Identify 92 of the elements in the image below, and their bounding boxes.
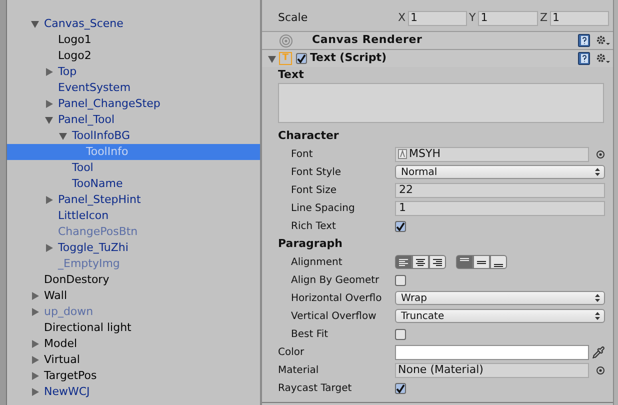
text-component-icon: T <box>279 52 292 65</box>
hierarchy-item[interactable]: Logo2 <box>7 48 260 64</box>
hierarchy-item[interactable]: Directional light <box>7 320 260 336</box>
property-label: Color <box>278 346 304 358</box>
hierarchy-item[interactable]: Wall <box>7 288 260 304</box>
hierarchy-item[interactable]: LittleIcon <box>7 208 260 224</box>
property-label: Material <box>278 364 319 376</box>
number-field[interactable]: 1 <box>550 10 609 26</box>
object-field[interactable]: MSYH <box>395 146 589 162</box>
align-bottom-icon <box>494 264 503 267</box>
hierarchy-item[interactable]: DonDestory <box>7 272 260 288</box>
align-middle-icon <box>477 260 486 264</box>
object-picker-icon[interactable] <box>596 366 605 374</box>
align-left-icon <box>399 258 408 266</box>
collapsed-arrow-icon[interactable] <box>45 68 53 76</box>
component-header[interactable]: T Text (Script) <box>262 49 613 67</box>
hierarchy-item[interactable]: Panel_StepHint <box>7 192 260 208</box>
section-heading: Paragraph <box>278 236 342 252</box>
alignment-toggle[interactable] <box>395 255 412 269</box>
hierarchy-item[interactable]: NewWCJ <box>7 384 260 400</box>
concentric-circles-icon <box>279 34 293 48</box>
axis-label: X <box>398 10 406 26</box>
collapsed-arrow-icon[interactable] <box>45 196 53 204</box>
hierarchy-item[interactable]: TargetPos <box>7 368 260 384</box>
object-field[interactable]: None (Material) <box>395 362 589 378</box>
property-label: Alignment <box>291 256 342 268</box>
dropdown-arrows-icon <box>595 168 600 176</box>
property-label: Font Style <box>291 166 342 178</box>
property-label: Font <box>291 148 313 160</box>
property-label: Rich Text <box>291 220 336 232</box>
property-label: Vertical Overflow <box>291 310 376 322</box>
settings-gear-icon[interactable] <box>596 52 610 64</box>
help-book-icon[interactable] <box>578 52 590 65</box>
checkbox[interactable] <box>395 328 406 340</box>
scrollbar[interactable] <box>613 0 618 405</box>
hierarchy-item[interactable]: Toggle_TuZhi <box>7 240 260 256</box>
alignment-toggle[interactable] <box>456 255 473 269</box>
align-top-icon <box>460 258 469 261</box>
property-label: Best Fit <box>291 328 328 340</box>
component-title: Canvas Renderer <box>312 32 424 48</box>
property-label: Line Spacing <box>291 202 355 214</box>
checkbox[interactable] <box>395 274 406 286</box>
scale-label: Scale <box>278 10 309 26</box>
number-field[interactable]: 22 <box>395 182 605 198</box>
hierarchy-item[interactable]: Model <box>7 336 260 352</box>
number-field[interactable]: 1 <box>395 200 605 216</box>
align-center-icon <box>416 258 425 266</box>
checkbox[interactable] <box>395 220 406 232</box>
component-title: Text (Script) <box>310 50 388 66</box>
hierarchy-item[interactable]: Panel_Tool <box>7 112 260 128</box>
number-field[interactable]: 1 <box>408 10 467 26</box>
collapsed-arrow-icon[interactable] <box>45 100 53 108</box>
alignment-toggle[interactable] <box>412 255 429 269</box>
expanded-arrow-icon[interactable] <box>31 20 39 28</box>
property-label: Raycast Target <box>278 382 352 394</box>
hierarchy-item[interactable]: Tool <box>7 160 260 176</box>
hierarchy-item[interactable]: Virtual <box>7 352 260 368</box>
dropdown[interactable]: Wrap <box>395 291 605 305</box>
checkbox[interactable] <box>395 382 406 394</box>
hierarchy-item[interactable]: ToolInfoBG <box>7 128 260 144</box>
section-heading: Character <box>278 128 339 144</box>
hierarchy-item[interactable]: Logo1 <box>7 32 260 48</box>
dropdown-arrows-icon <box>595 294 600 302</box>
property-label: Align By Geometr <box>291 274 380 286</box>
align-right-icon <box>433 258 442 266</box>
font-file-icon <box>398 149 407 159</box>
dropdown[interactable]: Normal <box>395 165 605 179</box>
hierarchy-item[interactable]: TooName <box>7 176 260 192</box>
object-picker-icon[interactable] <box>596 150 605 158</box>
settings-gear-icon[interactable] <box>596 34 610 46</box>
dropdown-arrows-icon <box>595 312 600 320</box>
axis-label: Y <box>469 10 476 26</box>
property-label: Horizontal Overflo <box>291 292 382 304</box>
help-book-icon[interactable] <box>578 34 590 47</box>
hierarchy-item[interactable]: EventSystem <box>7 80 260 96</box>
eyedropper-icon[interactable] <box>592 346 605 358</box>
hierarchy-item[interactable]: Canvas_Scene <box>7 16 260 32</box>
collapsed-arrow-icon[interactable] <box>45 244 53 252</box>
property-label: Font Size <box>291 184 336 196</box>
dropdown[interactable]: Truncate <box>395 309 605 323</box>
hierarchy-item[interactable]: Top <box>7 64 260 80</box>
axis-label: Z <box>540 10 548 26</box>
alignment-toggle[interactable] <box>429 255 446 269</box>
checkbox[interactable] <box>296 53 307 64</box>
color-field[interactable] <box>395 344 589 360</box>
component-header[interactable]: Canvas Renderer <box>262 31 613 49</box>
alignment-toggle[interactable] <box>473 255 490 269</box>
alignment-toggle[interactable] <box>490 255 507 269</box>
expanded-arrow-icon[interactable] <box>268 54 276 62</box>
text-label: Text <box>278 66 304 83</box>
hierarchy-item[interactable]: Panel_ChangeStep <box>7 96 260 112</box>
number-field[interactable]: 1 <box>478 10 538 26</box>
